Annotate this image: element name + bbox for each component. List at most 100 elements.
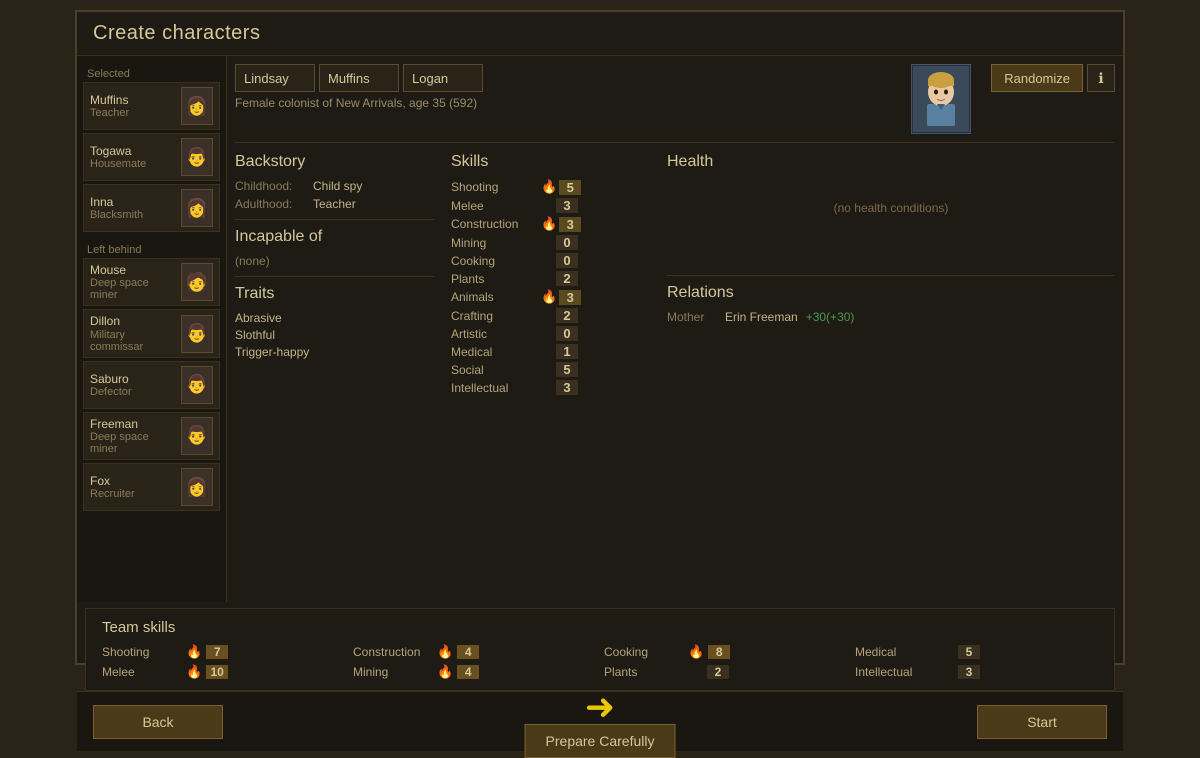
skill-value: 2 (556, 271, 578, 286)
skill-name: Shooting (451, 180, 541, 194)
ts-fire-icon: 🔥 (688, 644, 704, 660)
skill-row: Animals🔥3 (451, 289, 651, 305)
left-behind-label: Left behind (83, 240, 220, 258)
selected-label: Selected (83, 64, 220, 82)
start-button[interactable]: Start (977, 705, 1107, 739)
skill-row: Medical1 (451, 344, 651, 359)
relations-list: Mother Erin Freeman +30(+30) (667, 310, 1115, 324)
team-skill-row: Construction🔥4 (353, 644, 596, 660)
left-behind-char-2[interactable]: SaburoDefector👨 (83, 361, 220, 409)
ts-skill-name: Cooking (604, 645, 684, 659)
main-window: Create characters Selected MuffinsTeache… (75, 10, 1125, 665)
ts-fire-icon: 🔥 (186, 644, 202, 660)
childhood-label: Childhood: (235, 179, 305, 193)
selected-char-0[interactable]: MuffinsTeacher👩 (83, 82, 220, 130)
back-button[interactable]: Back (93, 705, 223, 739)
team-skill-row: Melee🔥10 (102, 664, 345, 680)
skill-row: Cooking 0 (451, 253, 651, 268)
skill-value: 3 (556, 198, 578, 213)
skills-title: Skills (451, 153, 651, 171)
team-skill-row: Shooting🔥7 (102, 644, 345, 660)
skill-row: Melee3 (451, 198, 651, 213)
left-behind-char-0[interactable]: MouseDeep space miner🧑 (83, 258, 220, 306)
ts-fire-icon: 🔥 (437, 664, 453, 680)
skill-name: Social (451, 363, 541, 377)
ts-skill-value: 5 (958, 645, 980, 659)
team-skill-row: Cooking 🔥 8 (604, 644, 847, 660)
selected-char-2[interactable]: InnaBlacksmith👩 (83, 184, 220, 232)
skill-row: Intellectual3 (451, 380, 651, 395)
bottom-bar: Back ➜ Prepare Carefully Start (77, 691, 1123, 751)
first-name-input[interactable] (235, 64, 315, 92)
title-bar: Create characters (77, 12, 1123, 56)
relation-name: Erin Freeman (725, 310, 798, 324)
skill-value: 0 (556, 326, 578, 341)
ts-skill-name: Mining (353, 665, 433, 679)
skill-row: Plants 2 (451, 271, 651, 286)
skill-name: Artistic (451, 327, 541, 341)
team-skill-row: Intellectual3 (855, 664, 1098, 680)
adulthood-value: Teacher (313, 197, 356, 211)
skill-row: Crafting 2 (451, 308, 651, 323)
ts-skill-value: 4 (457, 665, 479, 679)
window-title: Create characters (93, 22, 1107, 45)
sidebar: Selected MuffinsTeacher👩TogawaHousemate👨… (77, 56, 227, 602)
trait-item: Abrasive (235, 311, 435, 325)
info-button[interactable]: ℹ (1087, 64, 1115, 92)
randomize-button[interactable]: Randomize (991, 64, 1083, 92)
relation-type: Mother (667, 310, 717, 324)
skill-value: 5 (556, 362, 578, 377)
team-skill-row: Medical 5 (855, 644, 1098, 660)
ts-fire-icon: 🔥 (186, 664, 202, 680)
ts-skill-name: Intellectual (855, 665, 935, 679)
skill-name: Animals (451, 290, 541, 304)
main-panel: Female colonist of New Arrivals, age 35 … (227, 56, 1123, 602)
health-status: (no health conditions) (667, 201, 1115, 215)
relations-title: Relations (667, 284, 1115, 302)
skill-name: Crafting (451, 309, 541, 323)
skill-value: 3 (559, 217, 581, 232)
team-skill-row: Mining 🔥 4 (353, 664, 596, 680)
skill-fire-icon: 🔥 (541, 289, 557, 305)
skill-row: Artistic 0 (451, 326, 651, 341)
ts-skill-value: 8 (708, 645, 730, 659)
left-behind-chars-list: MouseDeep space miner🧑DillonMilitary com… (83, 258, 220, 511)
relation-score: +30(+30) (806, 310, 855, 324)
skill-value: 3 (556, 380, 578, 395)
incapable-title: Incapable of (235, 228, 435, 246)
skill-name: Cooking (451, 254, 541, 268)
left-behind-char-3[interactable]: FreemanDeep space miner👨 (83, 412, 220, 460)
adulthood-row: Adulthood: Teacher (235, 197, 435, 211)
skill-value: 2 (556, 308, 578, 323)
traits-title: Traits (235, 285, 435, 303)
health-title: Health (667, 153, 1115, 171)
skill-fire-icon: 🔥 (541, 216, 557, 232)
skill-fire-icon: 🔥 (541, 179, 557, 195)
char-header: Female colonist of New Arrivals, age 35 … (235, 64, 1115, 143)
selected-char-1[interactable]: TogawaHousemate👨 (83, 133, 220, 181)
incapable-value: (none) (235, 254, 435, 268)
skill-row: Shooting🔥5 (451, 179, 651, 195)
skill-name: Construction (451, 217, 541, 231)
trait-item: Trigger-happy (235, 345, 435, 359)
col-right: Health (no health conditions) Relations … (667, 153, 1115, 594)
skill-value: 1 (556, 344, 578, 359)
backstory-title: Backstory (235, 153, 435, 171)
nickname-input[interactable] (403, 64, 483, 92)
name-area: Female colonist of New Arrivals, age 35 … (235, 64, 483, 110)
left-behind-char-1[interactable]: DillonMilitary commissar👨 (83, 309, 220, 357)
left-behind-char-4[interactable]: FoxRecruiter👩 (83, 463, 220, 511)
skill-name: Mining (451, 236, 541, 250)
prepare-carefully-button[interactable]: Prepare Carefully (525, 724, 676, 758)
skill-value: 0 (556, 235, 578, 250)
last-name-input[interactable] (319, 64, 399, 92)
skill-row: Social 5 (451, 362, 651, 377)
skill-name: Plants (451, 272, 541, 286)
arrow-icon: ➜ (585, 686, 615, 728)
col-left: Backstory Childhood: Child spy Adulthood… (235, 153, 435, 594)
skill-value: 3 (559, 290, 581, 305)
skill-value: 0 (556, 253, 578, 268)
arrow-container: ➜ Prepare Carefully (525, 686, 676, 758)
trait-item: Slothful (235, 328, 435, 342)
ts-skill-name: Medical (855, 645, 935, 659)
